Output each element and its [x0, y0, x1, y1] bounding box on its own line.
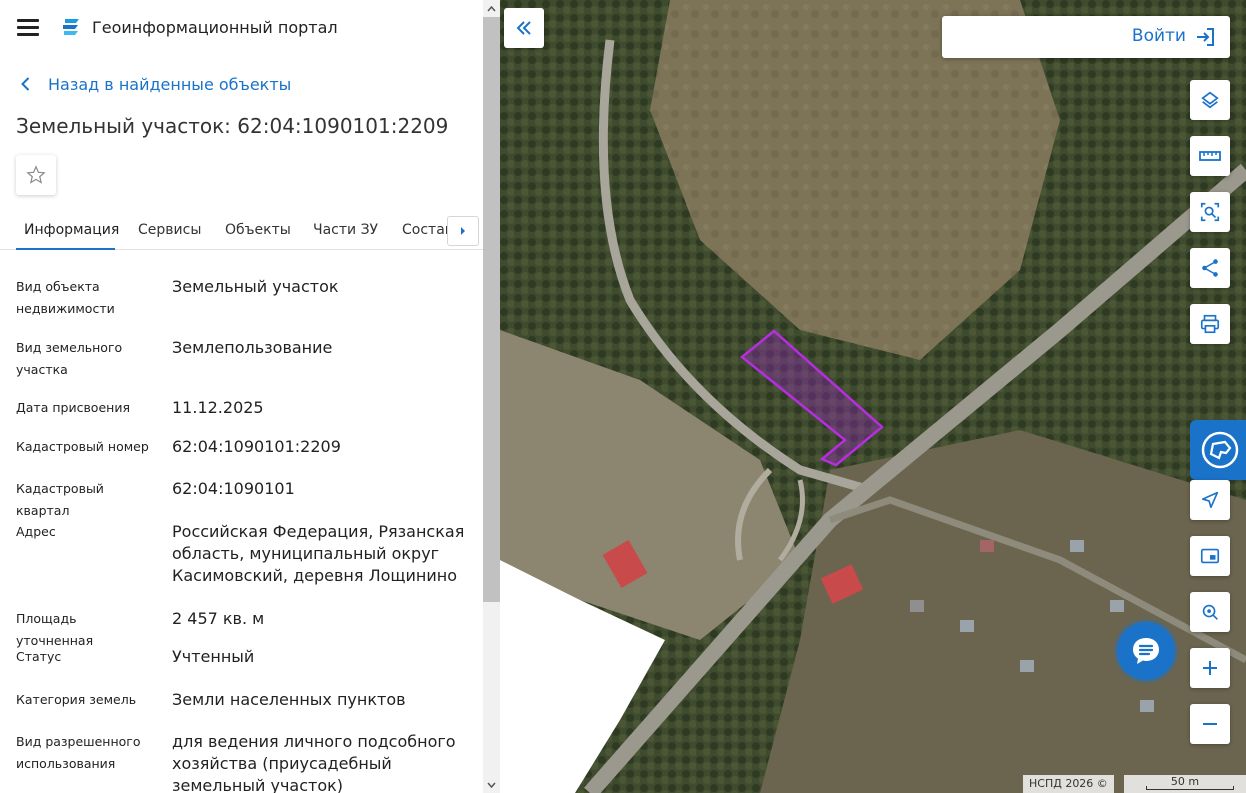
tab-information[interactable]: Информация: [16, 212, 119, 250]
login-label: Войти: [1131, 26, 1186, 46]
tab-composition[interactable]: Состав: [402, 212, 448, 250]
menu-icon[interactable]: [17, 19, 39, 37]
info-value: Земельный участок: [172, 277, 339, 296]
select-area-button[interactable]: [1190, 192, 1230, 232]
pkk-button[interactable]: [1190, 420, 1246, 480]
info-value: 11.12.2025: [172, 398, 264, 417]
share-button[interactable]: [1190, 248, 1230, 288]
share-icon: [1202, 259, 1218, 277]
print-button[interactable]: [1190, 304, 1230, 344]
minimap-icon: [1200, 548, 1220, 564]
info-value: 62:04:1090101: [172, 479, 295, 498]
layers-icon: [1201, 91, 1219, 109]
info-value: Российская Федерация, Рязанская область,…: [172, 522, 465, 585]
info-label: Статус: [16, 649, 62, 664]
print-icon: [1200, 314, 1220, 334]
info-value: Земли населенных пунктов: [172, 690, 406, 709]
info-label: Вид разрешенного использования: [16, 734, 141, 771]
info-label: Кадастровый квартал: [16, 481, 104, 518]
info-label: Дата присвоения: [16, 400, 130, 415]
zoom-in-icon: [1203, 661, 1217, 675]
info-label: Категория земель: [16, 692, 137, 707]
back-to-results-link[interactable]: Назад в найденные объекты: [16, 72, 291, 96]
info-panel: Геоинформационный портал Назад в найденн…: [0, 0, 500, 793]
locate-icon: [1201, 491, 1219, 509]
map-attribution: НСПД 2026 ©: [1023, 775, 1114, 793]
tabs-scroll-right-button[interactable]: [447, 216, 479, 246]
login-button[interactable]: Войти: [942, 16, 1230, 58]
collapse-panel-button[interactable]: [504, 8, 544, 48]
search-location-icon: [1202, 604, 1218, 620]
zoom-in-button[interactable]: [1190, 648, 1230, 688]
app-window: Геоинформационный портал Назад в найденн…: [0, 0, 1246, 793]
double-chevron-left-icon: [516, 21, 531, 35]
info-value: Землепользование: [172, 338, 333, 357]
zoom-out-button[interactable]: [1190, 704, 1230, 744]
info-value: Учтенный: [172, 647, 255, 666]
tab-services[interactable]: Сервисы: [138, 212, 201, 250]
top-bar: Геоинформационный портал: [0, 0, 483, 56]
info-value: для ведения личного подсобного хозяйства…: [172, 732, 456, 793]
chat-button[interactable]: [1112, 617, 1180, 685]
navigate-button[interactable]: [1190, 480, 1230, 520]
info-label: Кадастровый номер: [16, 439, 149, 454]
scrollbar-thumb[interactable]: [483, 17, 500, 602]
search-location-button[interactable]: [1190, 592, 1230, 632]
portal-logo-icon: [63, 19, 79, 35]
back-link-label: Назад в найденные объекты: [48, 74, 292, 94]
tab-parts[interactable]: Части ЗУ: [313, 212, 378, 250]
favorite-button[interactable]: [16, 155, 56, 195]
scroll-down-arrow-icon[interactable]: [483, 776, 500, 793]
star-icon: [26, 165, 46, 184]
tab-bar: Информация Сервисы Объекты Части ЗУ Сост…: [0, 212, 483, 250]
info-value: 2 457 кв. м: [172, 609, 265, 628]
page-title: Земельный участок: 62:04:1090101:2209: [16, 114, 449, 138]
login-icon: [1197, 28, 1214, 46]
caret-right-icon: [461, 227, 465, 235]
map-view[interactable]: Войти НСПД 2026 © 50 m: [500, 0, 1246, 793]
info-value: 62:04:1090101:2209: [172, 437, 341, 456]
layers-button[interactable]: [1190, 80, 1230, 120]
ruler-icon: [1199, 151, 1221, 161]
portal-title: Геоинформационный портал: [92, 18, 338, 37]
scale-bar: [1146, 786, 1234, 790]
select-area-icon: [1200, 202, 1220, 222]
pkk-icon: [1201, 431, 1239, 469]
info-label: Адрес: [16, 524, 56, 539]
tab-objects[interactable]: Объекты: [225, 212, 291, 250]
panel-scrollbar[interactable]: [483, 0, 500, 793]
measure-button[interactable]: [1190, 136, 1230, 176]
map-scale: 50 m: [1124, 775, 1246, 793]
zoom-out-icon: [1203, 723, 1217, 725]
info-label: Вид объекта недвижимости: [16, 279, 115, 316]
scroll-up-arrow-icon[interactable]: [483, 0, 500, 17]
minimap-button[interactable]: [1190, 536, 1230, 576]
info-label: Вид земельного участка: [16, 340, 123, 377]
chevron-left-icon: [21, 77, 30, 91]
chat-icon: [1133, 638, 1159, 664]
